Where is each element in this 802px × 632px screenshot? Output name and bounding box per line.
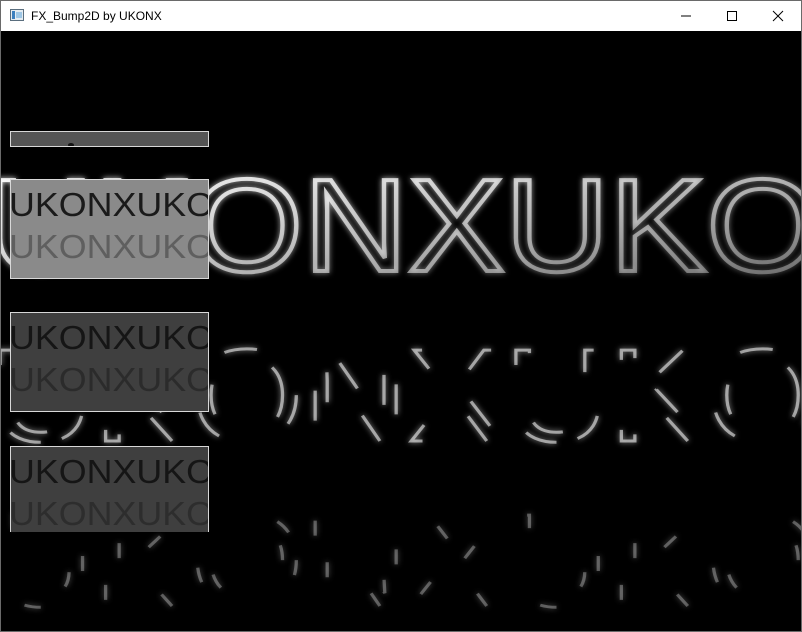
maximize-icon (727, 11, 737, 21)
render-viewport[interactable]: UKONXUKO UKONXUKO UKONXUKO UKONXUKO UKON… (1, 31, 801, 631)
window-title: FX_Bump2D by UKONX (31, 9, 162, 23)
minimize-button[interactable] (663, 1, 709, 31)
minimize-icon (681, 15, 691, 17)
normal-y-row-2: UKONXUKO (11, 495, 209, 532)
maximize-button[interactable] (709, 1, 755, 31)
normal-x-row-1: UKONXUKO (11, 319, 209, 356)
app-window: FX_Bump2D by UKONX UKONXUKO UKONXUKO UKO… (0, 0, 802, 632)
close-icon (772, 10, 784, 22)
normal-y-row-1: UKONXUKO (11, 453, 209, 490)
height-map-row-1: UKONXUKO (11, 186, 209, 223)
height-map-row-2: UKONXUKO (11, 228, 209, 265)
normal-x-panel: UKONXUKO UKONXUKO (10, 312, 209, 412)
title-bar[interactable]: FX_Bump2D by UKONX (1, 1, 801, 31)
height-map-panel: UKONXUKO UKONXUKO (10, 179, 209, 279)
normal-y-panel: UKONXUKO UKONXUKO (10, 446, 209, 532)
normal-x-row-2: UKONXUKO (11, 361, 209, 398)
close-button[interactable] (755, 1, 801, 31)
app-window-icon[interactable] (10, 9, 24, 21)
panel-strip (10, 131, 209, 147)
